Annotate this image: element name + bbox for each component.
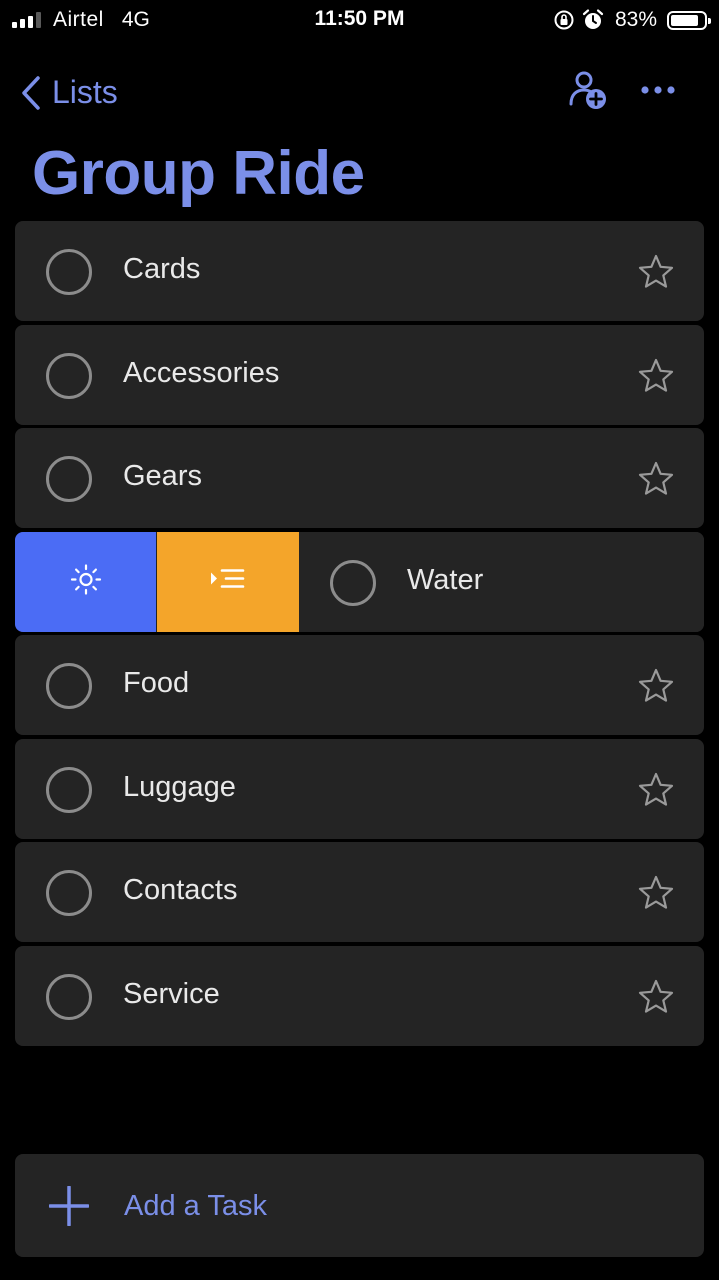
importance-star-button[interactable] (637, 460, 675, 498)
task-row[interactable]: Water (15, 531, 704, 632)
task-title: Luggage (123, 770, 236, 803)
importance-star-button[interactable] (637, 253, 675, 291)
star-icon (638, 979, 674, 1013)
task-row[interactable]: Food (15, 635, 704, 735)
importance-star-button[interactable] (637, 874, 675, 912)
battery-cap (708, 17, 711, 24)
complete-checkbox[interactable] (46, 766, 92, 813)
add-person-icon (569, 71, 606, 109)
status-bar: Airtel 4G 11:50 PM 83% (0, 0, 719, 40)
star-icon (638, 461, 674, 495)
task-row[interactable]: Cards (15, 221, 704, 321)
task-row[interactable]: Contacts (15, 842, 704, 942)
importance-star-button[interactable] (637, 667, 675, 705)
task-title: Food (123, 667, 190, 699)
task-title: Accessories (123, 356, 280, 389)
battery-percent: 83% (614, 8, 657, 31)
add-task-button[interactable]: Add a Task (15, 1154, 704, 1257)
task-title: Cards (123, 253, 201, 285)
complete-checkbox[interactable] (46, 663, 92, 709)
status-right: 83% (553, 6, 711, 34)
task-row[interactable]: Luggage (15, 738, 704, 839)
navigation-bar: Lists (0, 60, 719, 130)
task-title: Gears (123, 460, 202, 492)
battery-fill (671, 14, 698, 26)
add-to-my-day-action[interactable] (15, 531, 156, 632)
star-icon (638, 668, 674, 702)
star-icon (638, 875, 674, 909)
task-title: Service (123, 977, 220, 1010)
task-row[interactable]: Gears (15, 428, 704, 528)
move-to-list-icon (211, 568, 245, 588)
star-icon (638, 358, 674, 392)
add-task-label: Add a Task (124, 1190, 267, 1222)
task-row-content[interactable]: Water (299, 531, 704, 632)
complete-checkbox[interactable] (46, 249, 92, 295)
share-list-button[interactable] (566, 68, 610, 112)
back-label: Lists (52, 74, 118, 110)
complete-checkbox[interactable] (46, 973, 92, 1020)
plus-icon (49, 1186, 89, 1226)
more-options-button[interactable] (636, 70, 680, 110)
task-title: Water (407, 563, 484, 596)
star-icon (638, 772, 674, 806)
battery-icon (667, 10, 711, 30)
importance-star-button[interactable] (637, 978, 675, 1016)
sun-icon (70, 563, 101, 595)
complete-checkbox[interactable] (330, 559, 376, 606)
importance-star-button[interactable] (637, 357, 675, 395)
complete-checkbox[interactable] (46, 352, 92, 399)
complete-checkbox[interactable] (46, 870, 92, 916)
task-title: Contacts (123, 874, 238, 906)
task-row[interactable]: Accessories (15, 324, 704, 425)
back-button[interactable]: Lists (20, 74, 118, 111)
star-icon (638, 254, 674, 288)
importance-star-button[interactable] (637, 771, 675, 809)
list-title: Group Ride (32, 139, 365, 208)
move-to-list-action[interactable] (157, 531, 299, 632)
task-row[interactable]: Service (15, 945, 704, 1046)
more-icon (641, 86, 675, 94)
task-list: Cards Accessories Gears Water Food Luggage Con… (15, 221, 704, 1049)
alarm-icon (582, 9, 604, 29)
action-icon-wrap (69, 562, 103, 601)
chevron-left-icon (22, 75, 40, 110)
complete-checkbox[interactable] (46, 456, 92, 502)
orientation-lock-icon (554, 10, 574, 30)
action-icon-wrap (208, 564, 248, 599)
